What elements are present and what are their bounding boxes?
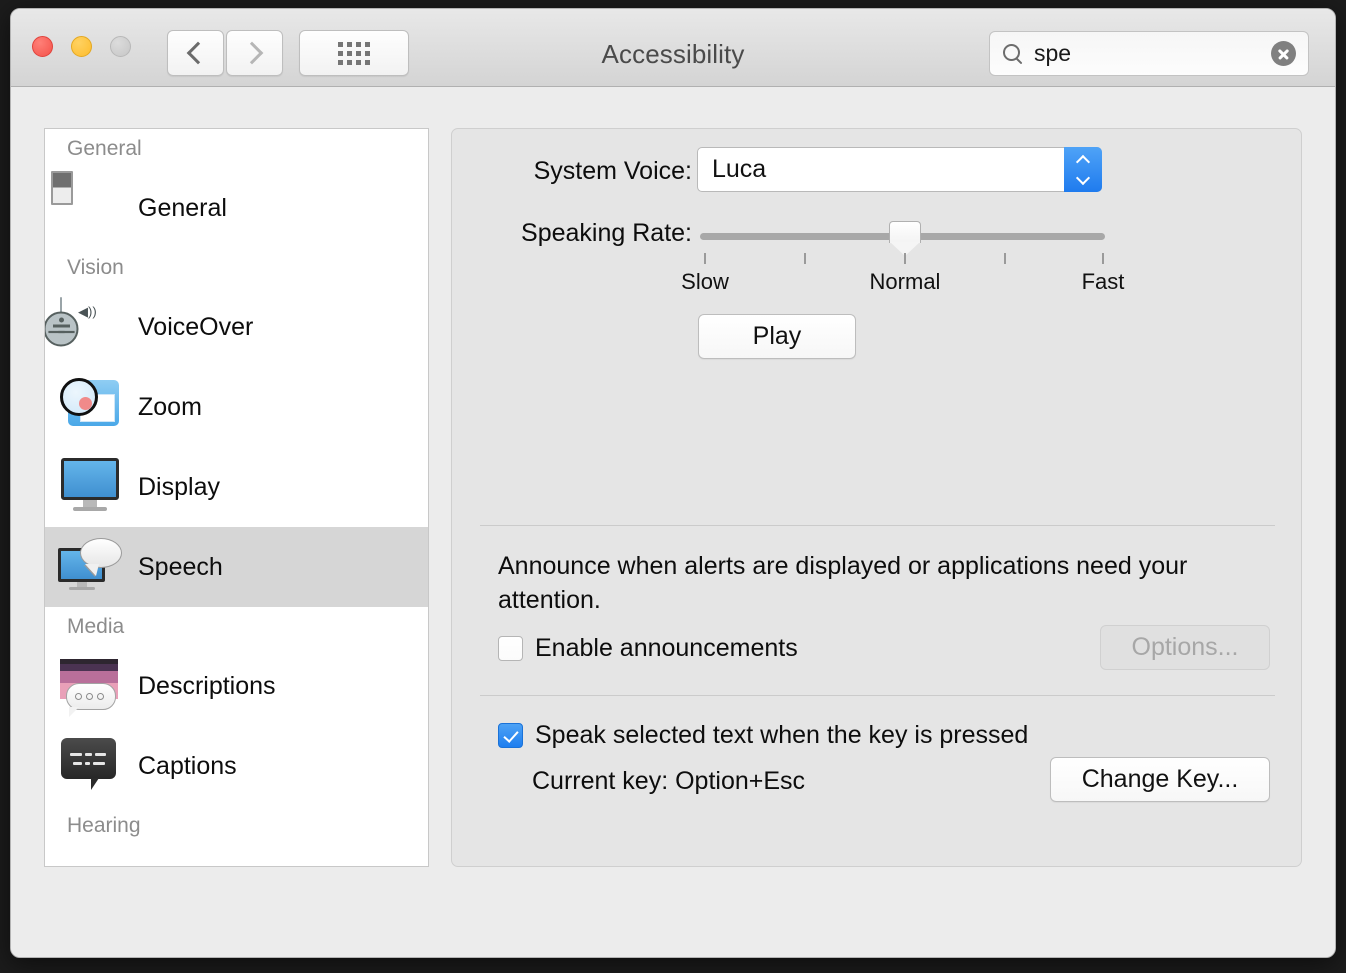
search-icon [1002, 43, 1024, 65]
sidebar-item-speech[interactable]: Speech [45, 527, 428, 607]
search-field[interactable] [989, 31, 1309, 76]
sidebar-item-label: Zoom [138, 392, 202, 421]
slider-label-fast: Fast [1081, 269, 1125, 294]
speech-icon [57, 538, 123, 596]
slider-label-normal: Normal [869, 269, 941, 294]
sidebar-item-display[interactable]: Display [45, 447, 428, 527]
sidebar-item-label: General [138, 193, 227, 222]
divider [480, 695, 1275, 696]
speech-settings-panel: System Voice: Luca Speaking Rate: Slow N… [451, 128, 1302, 867]
voiceover-icon: ◀)) [45, 297, 123, 356]
window-body: General General Vision ◀)) VoiceOver Zoo… [11, 87, 1335, 957]
divider [480, 525, 1275, 526]
enable-announcements-checkbox[interactable]: Enable announcements [498, 634, 798, 663]
system-voice-popup-button[interactable]: Luca [697, 147, 1102, 192]
sidebar-group-header-vision: Vision [67, 256, 124, 279]
enable-announcements-label: Enable announcements [535, 634, 798, 662]
system-voice-value: Luca [712, 155, 767, 183]
sidebar-item-captions[interactable]: Captions [45, 726, 428, 806]
announce-description: Announce when alerts are displayed or ap… [498, 552, 1188, 614]
slider-tick [1102, 253, 1104, 264]
toggle-switch-icon [57, 178, 123, 237]
speak-selected-text-label: Speak selected text when the key is pres… [535, 721, 1029, 749]
play-button[interactable]: Play [698, 314, 856, 359]
sidebar-item-label: VoiceOver [138, 312, 254, 341]
display-icon [57, 458, 123, 516]
checkbox-unchecked-icon[interactable] [498, 636, 523, 661]
search-input[interactable] [1034, 40, 1271, 67]
slider-label-slow: Slow [681, 269, 729, 294]
sidebar-group-header-media: Media [67, 615, 125, 638]
sidebar-item-zoom[interactable]: Zoom [45, 367, 428, 447]
speaking-rate-label: Speaking Rate: [521, 219, 692, 247]
speaking-rate-slider-thumb[interactable] [889, 221, 921, 256]
preferences-window: Accessibility General General Vision ◀)) [10, 8, 1336, 958]
options-button[interactable]: Options... [1100, 625, 1270, 670]
accessibility-category-list[interactable]: General General Vision ◀)) VoiceOver Zoo… [44, 128, 429, 867]
sidebar-item-label: Captions [138, 751, 237, 780]
sidebar-group-header-general: General [67, 137, 142, 160]
sidebar-item-label: Speech [138, 552, 223, 581]
sidebar-item-general[interactable]: General [45, 168, 428, 248]
sidebar-group-header-hearing: Hearing [67, 814, 141, 837]
sidebar-item-label: Display [138, 472, 220, 501]
slider-tick [704, 253, 706, 264]
checkbox-checked-icon[interactable] [498, 723, 523, 748]
system-voice-label: System Voice: [533, 157, 692, 185]
current-key-text: Current key: Option+Esc [532, 767, 806, 795]
stepper-chevrons-icon[interactable] [1064, 147, 1102, 192]
descriptions-icon [57, 657, 123, 717]
slider-tick [1004, 253, 1006, 264]
speak-selected-text-checkbox[interactable]: Speak selected text when the key is pres… [498, 721, 1028, 750]
change-key-button[interactable]: Change Key... [1050, 757, 1270, 802]
window-titlebar: Accessibility [11, 9, 1335, 87]
sidebar-item-voiceover[interactable]: ◀)) VoiceOver [45, 287, 428, 367]
slider-tick [904, 253, 906, 264]
slider-tick [804, 253, 806, 264]
sidebar-item-label: Descriptions [138, 671, 276, 700]
captions-icon [57, 737, 123, 795]
zoom-icon [57, 378, 123, 436]
sidebar-item-descriptions[interactable]: Descriptions [45, 646, 428, 726]
clear-search-icon[interactable] [1271, 41, 1296, 66]
